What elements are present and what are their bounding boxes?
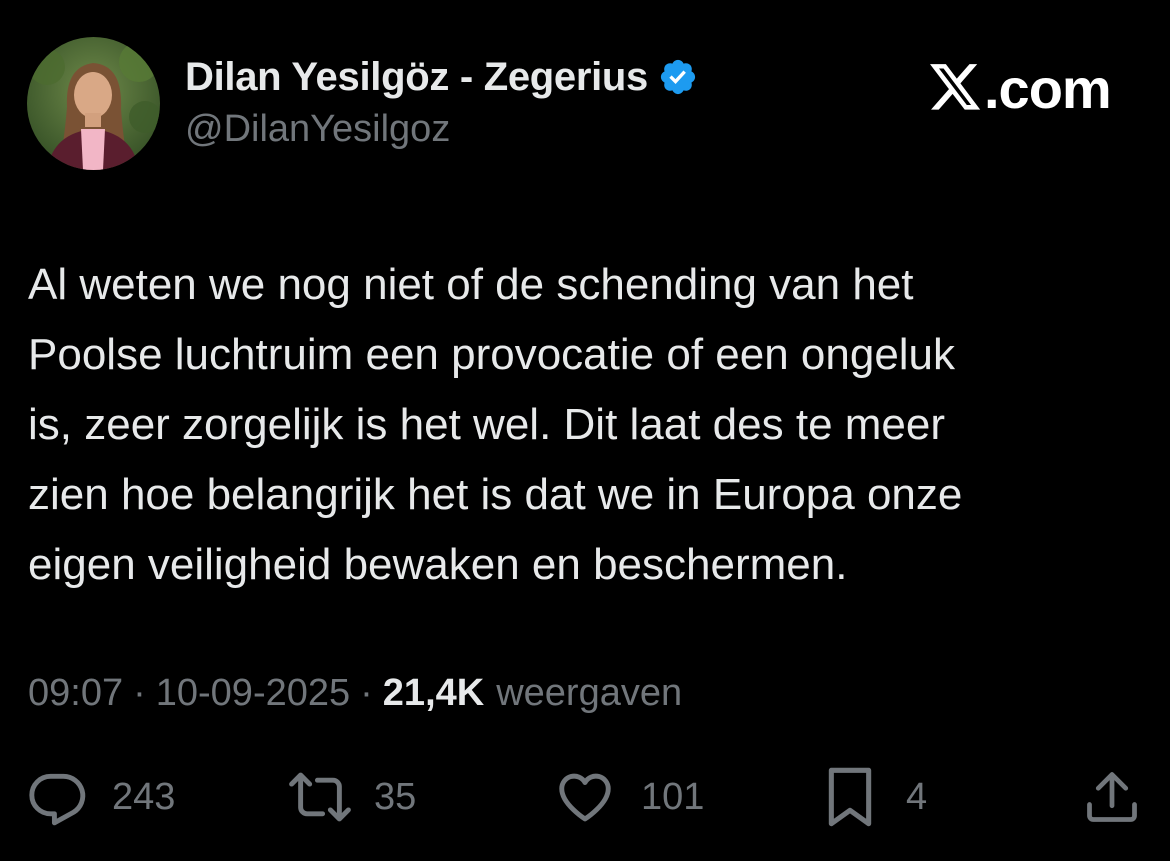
action-bar: 243 35 101 4 (0, 765, 1170, 829)
author-name-row[interactable]: Dilan Yesilgöz - Zegerius (185, 52, 698, 102)
bookmark-icon (822, 765, 878, 829)
views-count[interactable]: 21,4K (383, 672, 484, 715)
tweet-time[interactable]: 09:07 (28, 672, 123, 715)
tweet-meta: 09:07 · 10-09-2025 · 21,4K weergaven (28, 672, 682, 715)
author-display-name[interactable]: Dilan Yesilgöz - Zegerius (185, 55, 648, 100)
x-logo-icon (930, 64, 982, 112)
share-icon (1082, 766, 1142, 828)
reply-icon (26, 766, 88, 828)
reply-button[interactable]: 243 (26, 765, 175, 829)
site-logo: .com (930, 56, 1112, 120)
tweet-date[interactable]: 10-09-2025 (156, 672, 350, 715)
reply-count: 243 (112, 775, 176, 818)
repost-button[interactable]: 35 (286, 765, 416, 829)
author-handle[interactable]: @DilanYesilgoz (185, 108, 450, 151)
repost-count: 35 (374, 775, 417, 818)
bookmark-button[interactable]: 4 (822, 765, 927, 829)
avatar[interactable] (27, 37, 160, 170)
tweet-card: Dilan Yesilgöz - Zegerius @DilanYesilgoz… (0, 0, 1170, 861)
like-count: 101 (641, 775, 705, 818)
views-label: weergaven (496, 672, 683, 714)
tweet-text: Al weten we nog niet of de schending van… (28, 260, 963, 589)
heart-icon (553, 766, 617, 828)
site-logo-text: .com (984, 56, 1112, 120)
verified-badge-icon[interactable] (658, 57, 698, 97)
share-button[interactable] (1082, 765, 1142, 829)
bookmark-count: 4 (906, 775, 928, 818)
like-button[interactable]: 101 (553, 765, 704, 829)
repost-icon (286, 766, 354, 828)
meta-separator: · (133, 672, 146, 714)
meta-separator: · (360, 672, 373, 714)
